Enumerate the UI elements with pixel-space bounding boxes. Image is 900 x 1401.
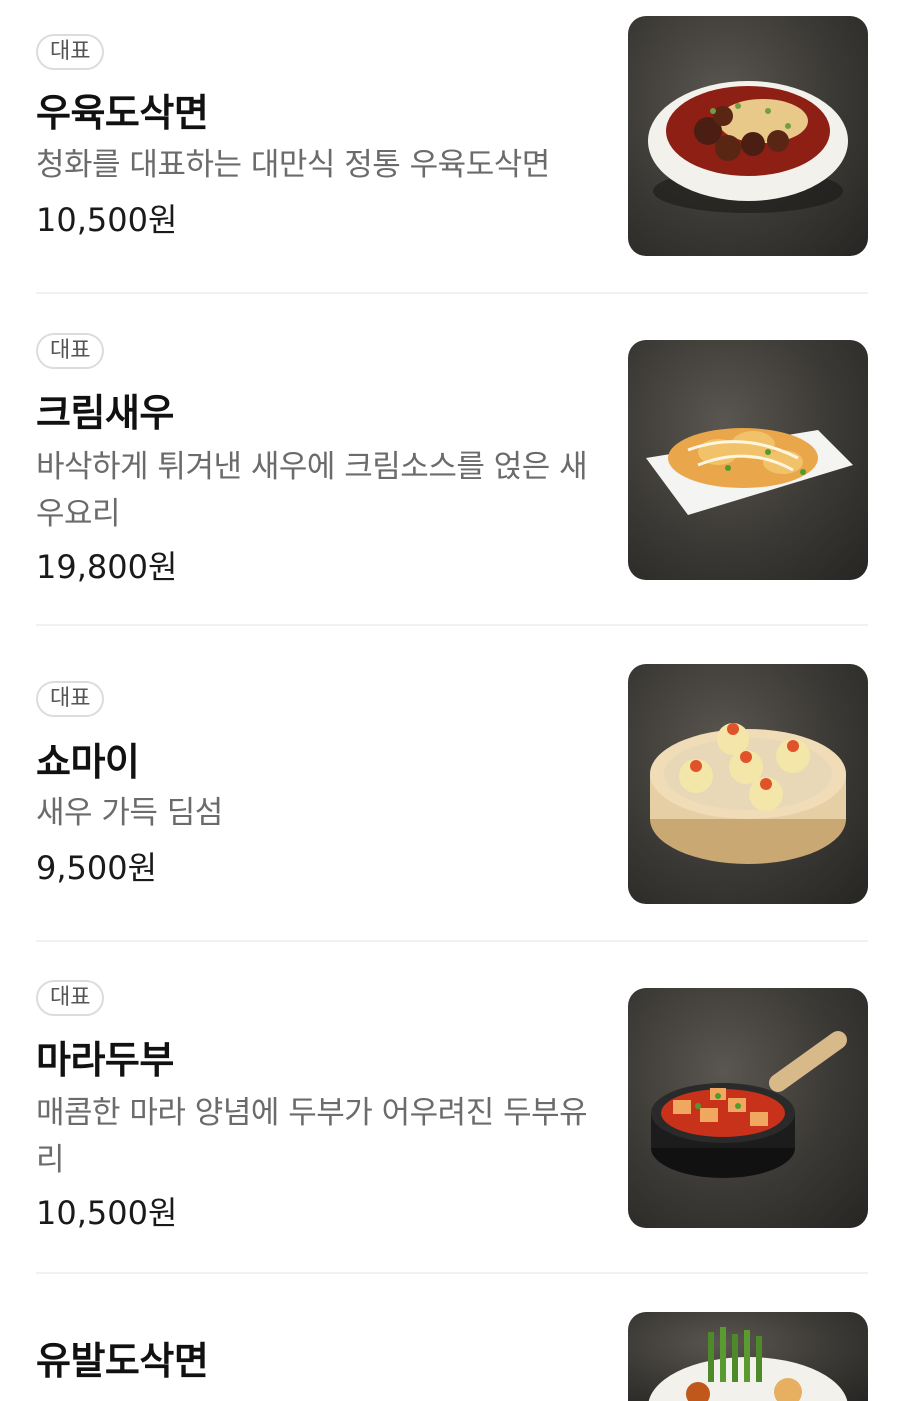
menu-item-description: 바삭하게 튀겨낸 새우에 크림소스를 얹은 새우요리 [36,449,588,532]
menu-item-name: 마라두부 [36,1038,174,1082]
signature-badge: 대표 [36,333,105,369]
mala-tofu-photo-icon [651,1031,847,1178]
divider [36,1272,868,1274]
menu-item-image[interactable] [628,664,868,904]
divider [36,624,868,626]
menu-item-name: 우육도삭면 [36,91,209,135]
shumai-dumpling-photo-icon [650,723,846,864]
menu-item-price: 9,500원 [36,849,158,887]
menu-item-price: 19,800원 [36,548,178,586]
menu-item-description: 청화를 대표하는 대만식 정통 우육도삭면 [36,147,550,183]
beef-noodle-soup-photo-icon [648,81,848,213]
signature-badge: 대표 [36,34,105,70]
menu-item-image[interactable] [628,988,868,1228]
menu-item-image[interactable] [628,1312,868,1401]
menu-item-price: 10,500원 [36,201,178,239]
cream-shrimp-photo-icon [646,428,853,515]
signature-badge: 대표 [36,980,105,1016]
menu-item-name: 쇼마이 [36,740,140,784]
menu-item-description: 새우 가득 딤섬 [36,795,223,831]
menu-item-image[interactable] [628,340,868,580]
menu-item-price: 10,500원 [36,1194,178,1232]
noodle-dish-photo-icon [648,1327,848,1401]
menu-item-name: 유발도삭면 [36,1339,209,1383]
divider [36,292,868,294]
signature-badge: 대표 [36,681,105,717]
menu-item-name: 크림새우 [36,391,174,435]
menu-item-image[interactable] [628,16,868,256]
menu-item-description: 매콤한 마라 양념에 두부가 어우려진 두부유리 [36,1095,588,1178]
divider [36,940,868,942]
